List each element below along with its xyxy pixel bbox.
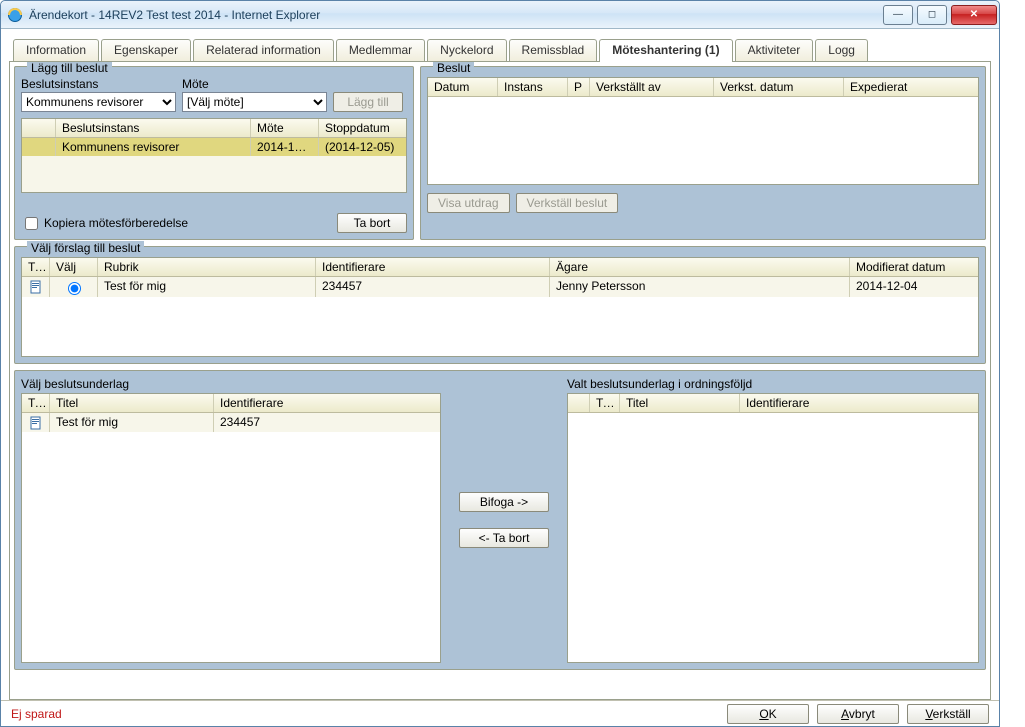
forslag-grid-header: Typ Välj Rubrik Identifierare Ägare Modi…	[22, 258, 978, 277]
underlag-panel: Välj beslutsunderlag Typ Titel Identifie…	[14, 370, 986, 670]
document-icon	[29, 416, 43, 430]
ie-icon	[7, 7, 23, 23]
add-grid-row[interactable]: Kommunens revisorer 2014-12-05 (2014-12-…	[22, 138, 406, 156]
kopiera-checkbox-label[interactable]: Kopiera mötesförberedelse	[21, 214, 188, 233]
ta-bort-button[interactable]: Ta bort	[337, 213, 407, 233]
titlebar: Ärendekort - 14REV2 Test test 2014 - Int…	[1, 1, 999, 29]
beslut-legend: Beslut	[433, 61, 474, 75]
mote-select[interactable]: [Välj möte]	[182, 92, 327, 112]
underlag-left-header: Typ Titel Identifierare	[22, 394, 440, 413]
tab-nyckelord[interactable]: Nyckelord	[427, 39, 506, 61]
underlag-tabort-button[interactable]: <- Ta bort	[459, 528, 549, 548]
window-title: Ärendekort - 14REV2 Test test 2014 - Int…	[29, 8, 320, 22]
verkstall-button[interactable]: Verkställ	[907, 704, 989, 724]
underlag-left-legend: Välj beslutsunderlag	[21, 377, 441, 391]
tab-relaterad[interactable]: Relaterad information	[193, 39, 334, 61]
underlag-left-row[interactable]: Test för mig 234457	[22, 413, 440, 432]
bifoga-button[interactable]: Bifoga ->	[459, 492, 549, 512]
forslag-row[interactable]: Test för mig 234457 Jenny Petersson 2014…	[22, 277, 978, 297]
tab-moteshantering[interactable]: Möteshantering (1)	[599, 39, 732, 61]
tab-information[interactable]: Information	[13, 39, 99, 61]
status-text: Ej sparad	[11, 707, 62, 721]
tab-bar: Information Egenskaper Relaterad informa…	[1, 29, 999, 61]
lagg-till-button[interactable]: Lägg till	[333, 92, 403, 112]
verkstall-beslut-button[interactable]: Verkställ beslut	[516, 193, 619, 213]
tab-egenskaper[interactable]: Egenskaper	[101, 39, 191, 61]
beslut-panel: Beslut Datum Instans P Verkställt av Ver…	[420, 66, 986, 240]
minimize-button[interactable]: —	[883, 5, 913, 25]
forslag-radio[interactable]	[68, 282, 81, 295]
underlag-right-legend: Valt beslutsunderlag i ordningsföljd	[567, 377, 979, 391]
document-icon	[29, 280, 43, 294]
underlag-right-header: Typ Titel Identifierare	[568, 394, 978, 413]
beslut-grid-header: Datum Instans P Verkställt av Verkst. da…	[428, 78, 978, 97]
forslag-panel: Välj förslag till beslut Typ Välj Rubrik…	[14, 246, 986, 364]
add-beslut-legend: Lägg till beslut	[27, 61, 112, 75]
ok-button[interactable]: OK	[727, 704, 809, 724]
close-button[interactable]: ✕	[951, 5, 997, 25]
tab-logg[interactable]: Logg	[815, 39, 868, 61]
tab-medlemmar[interactable]: Medlemmar	[336, 39, 425, 61]
mote-label: Möte	[182, 77, 327, 91]
footer: Ej sparad OK Avbryt Verkställ	[1, 700, 999, 726]
visa-utdrag-button[interactable]: Visa utdrag	[427, 193, 510, 213]
add-beslut-panel: Lägg till beslut Beslutsinstans Kommunen…	[14, 66, 414, 240]
forslag-legend: Välj förslag till beslut	[27, 241, 144, 255]
tab-remissblad[interactable]: Remissblad	[509, 39, 598, 61]
kopiera-checkbox[interactable]	[25, 217, 38, 230]
tab-aktiviteter[interactable]: Aktiviteter	[735, 39, 814, 61]
maximize-button[interactable]: ◻	[917, 5, 947, 25]
instans-select[interactable]: Kommunens revisorer	[21, 92, 176, 112]
add-grid-header: Beslutsinstans Möte Stoppdatum	[22, 119, 406, 138]
instans-label: Beslutsinstans	[21, 77, 176, 91]
avbryt-button[interactable]: Avbryt	[817, 704, 899, 724]
